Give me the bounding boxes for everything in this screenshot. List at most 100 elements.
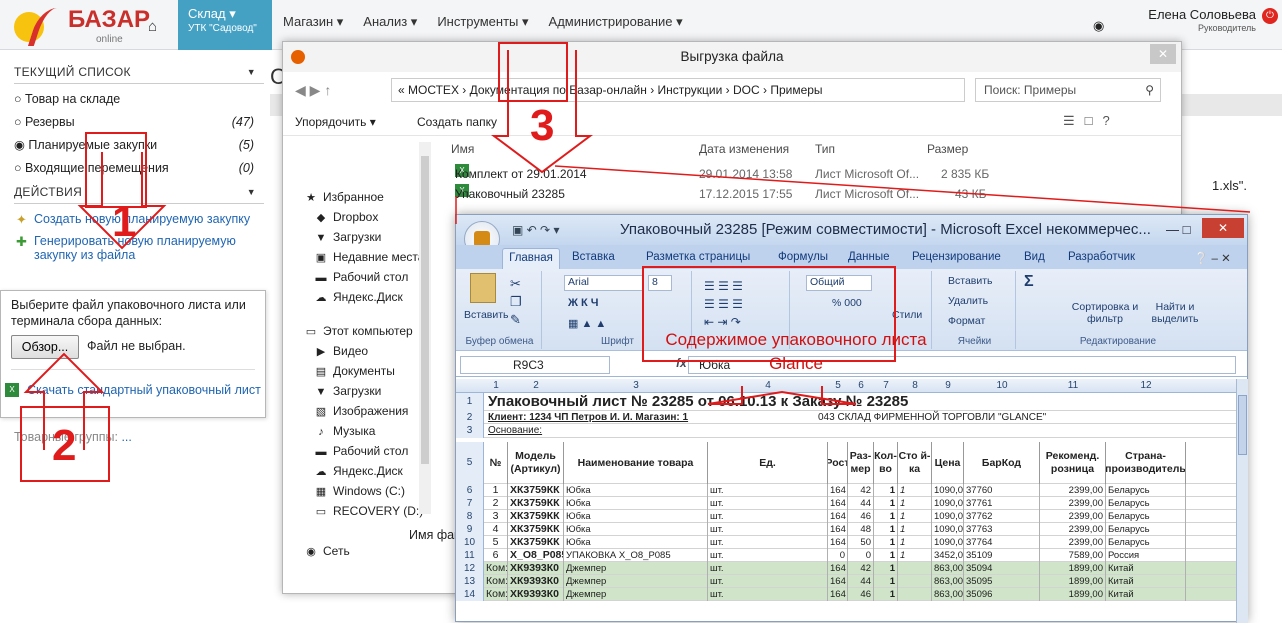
column-header[interactable]: 7 <box>874 380 898 391</box>
table-cell[interactable]: Юбка <box>564 536 708 549</box>
column-header-date[interactable]: Дата изменения <box>699 142 789 156</box>
row-number[interactable]: 8 <box>456 510 484 523</box>
row-number[interactable]: 6 <box>456 484 484 497</box>
table-cell[interactable]: Юбка <box>564 497 708 510</box>
table-cell[interactable]: Беларусь <box>1106 510 1186 523</box>
table-cell[interactable]: 37764 <box>964 536 1040 549</box>
nav-item[interactable]: ▬ Рабочий стол <box>313 444 409 458</box>
column-header-type[interactable]: Тип <box>815 142 835 156</box>
table-cell[interactable]: 1 <box>874 484 898 497</box>
basis-cell[interactable]: Основание: <box>488 424 542 438</box>
table-cell[interactable]: 37761 <box>964 497 1040 510</box>
view-options-icon[interactable]: ☰□? <box>1063 113 1120 129</box>
table-cell[interactable]: шт. <box>708 510 828 523</box>
table-cell[interactable]: 6 <box>484 549 508 562</box>
table-cell[interactable]: Беларусь <box>1106 536 1186 549</box>
list-option-stock[interactable]: ○ Товар на складе <box>14 88 264 111</box>
nav-item[interactable]: ▧ Изображения <box>313 404 409 418</box>
tab-data[interactable]: Данные <box>848 251 890 263</box>
table-cell[interactable]: 37760 <box>964 484 1040 497</box>
organize-button[interactable]: Упорядочить ▾ <box>295 115 376 129</box>
row-number[interactable]: 10 <box>456 536 484 549</box>
home-icon[interactable]: ⌂ <box>148 18 157 35</box>
table-cell[interactable]: 37763 <box>964 523 1040 536</box>
close-icon[interactable]: ✕ <box>1150 44 1176 64</box>
row-number[interactable]: 2 <box>456 411 484 424</box>
table-cell[interactable]: X_O8_P085 <box>508 549 564 562</box>
table-cell[interactable]: ХК3759КК <box>508 484 564 497</box>
table-cell[interactable] <box>898 588 932 601</box>
product-groups-link[interactable]: ... <box>121 430 131 444</box>
table-cell[interactable]: 164 <box>828 588 848 601</box>
table-cell[interactable]: 1 <box>874 510 898 523</box>
row-number[interactable]: 11 <box>456 549 484 562</box>
table-cell[interactable]: 35094 <box>964 562 1040 575</box>
table-cell[interactable]: 1 <box>898 536 932 549</box>
cut-copy-icon[interactable]: ✂ ❐ ✎ <box>510 275 522 329</box>
tab-page-layout[interactable]: Разметка страницы <box>646 251 750 263</box>
bold-italic-underline-buttons[interactable]: Ж К Ч <box>568 297 599 309</box>
download-template-link[interactable]: X Скачать стандартный упаковочный лист <box>5 383 261 398</box>
column-title[interactable]: Цена <box>932 442 964 484</box>
table-cell[interactable]: шт. <box>708 497 828 510</box>
nav-item[interactable]: ▣ Недавние места <box>313 250 425 264</box>
new-folder-button[interactable]: Создать папку <box>417 115 497 129</box>
spreadsheet-grid[interactable]: 1 Упаковочный лист № 23285 от 06.10.13 к … <box>456 393 1236 623</box>
table-cell[interactable]: 4 <box>484 523 508 536</box>
table-cell[interactable]: 164 <box>828 497 848 510</box>
table-cell[interactable]: 37762 <box>964 510 1040 523</box>
app-logo[interactable]: БАЗАР online <box>14 4 164 48</box>
column-header-size[interactable]: Размер <box>927 142 968 156</box>
nav-scrollbar[interactable] <box>419 142 431 514</box>
row-number[interactable]: 5 <box>456 442 484 484</box>
table-cell[interactable]: 48 <box>848 523 874 536</box>
table-cell[interactable]: 46 <box>848 510 874 523</box>
autosum-button[interactable]: Σ <box>1024 273 1034 291</box>
table-cell[interactable]: Беларусь <box>1106 484 1186 497</box>
row-number[interactable]: 14 <box>456 588 484 601</box>
column-header[interactable]: 9 <box>932 380 964 391</box>
file-row[interactable]: X Комплект от 29.01.2014 29.01.2014 13:58… <box>443 164 1179 184</box>
table-cell[interactable]: 2399,00 <box>1040 510 1106 523</box>
delete-cells-button[interactable]: Удалить <box>948 295 988 307</box>
table-cell[interactable]: 164 <box>828 510 848 523</box>
table-cell[interactable]: 1090,00 <box>932 523 964 536</box>
store-selector[interactable]: Склад ▾ УТК "Садовод" <box>178 0 272 50</box>
table-cell[interactable]: 42 <box>848 484 874 497</box>
table-cell[interactable]: Китай <box>1106 588 1186 601</box>
table-cell[interactable]: 1 <box>898 497 932 510</box>
back-forward-icon[interactable]: ◀ ▶ ↑ <box>295 82 331 99</box>
table-cell[interactable]: 35096 <box>964 588 1040 601</box>
nav-item[interactable]: ☁ Яндекс.Диск <box>313 464 403 478</box>
table-cell[interactable]: 863,00 <box>932 575 964 588</box>
table-cell[interactable]: 164 <box>828 484 848 497</box>
table-cell[interactable]: 44 <box>848 575 874 588</box>
menu-shop[interactable]: Магазин ▾ <box>283 14 343 30</box>
nav-item[interactable]: ▭ Этот компьютер <box>303 324 413 338</box>
table-cell[interactable]: ХК9393К0 <box>508 588 564 601</box>
table-cell[interactable]: шт. <box>708 575 828 588</box>
table-cell[interactable]: 1 <box>874 562 898 575</box>
nav-item[interactable]: ▬ Рабочий стол <box>313 270 409 284</box>
client-cell[interactable]: Клиент: 1234 ЧП Петров И. И. Магазин: 1 <box>488 411 688 424</box>
tab-home[interactable]: Главная <box>502 248 560 269</box>
column-header[interactable]: 10 <box>964 380 1040 391</box>
table-cell[interactable]: ХК3759КК <box>508 510 564 523</box>
table-cell[interactable]: 2399,00 <box>1040 523 1106 536</box>
quick-access-toolbar[interactable]: ▣ ↶ ↷ ▾ <box>512 215 559 245</box>
table-cell[interactable]: 1090,00 <box>932 510 964 523</box>
tab-formulas[interactable]: Формулы <box>778 251 828 263</box>
table-cell[interactable]: 1 <box>874 575 898 588</box>
table-cell[interactable]: 1 <box>898 510 932 523</box>
table-cell[interactable]: Джемпер <box>564 562 708 575</box>
table-cell[interactable]: 0 <box>828 549 848 562</box>
table-cell[interactable]: 46 <box>848 588 874 601</box>
column-header[interactable]: 8 <box>898 380 932 391</box>
column-title[interactable]: Наименование товара <box>564 442 708 484</box>
column-header[interactable]: 11 <box>1040 380 1106 391</box>
tab-developer[interactable]: Разработчик <box>1068 251 1135 263</box>
table-cell[interactable]: ХК9393К0 <box>508 575 564 588</box>
sheet-title[interactable]: Упаковочный лист № 23285 от 06.10.13 к З… <box>488 393 908 411</box>
column-title[interactable]: Кол-во <box>874 442 898 484</box>
row-number[interactable]: 1 <box>456 393 484 411</box>
